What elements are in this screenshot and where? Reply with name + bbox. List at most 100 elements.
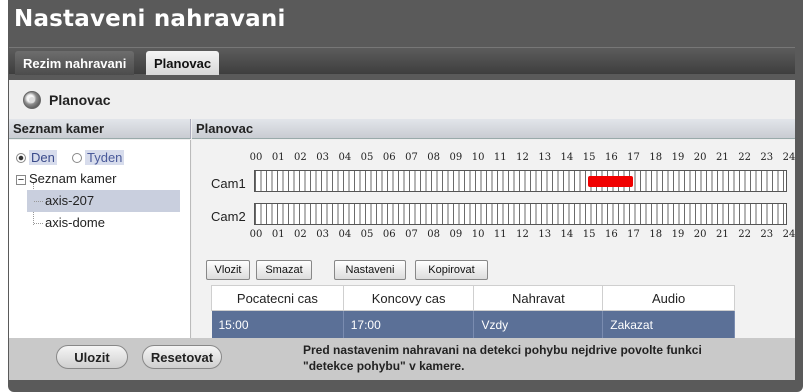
hour-label: 16	[604, 229, 618, 240]
radio-day[interactable]: Den	[16, 150, 57, 165]
hour-label: 22	[738, 152, 751, 163]
copy-button[interactable]: Kopirovat	[415, 260, 488, 280]
reset-button[interactable]: Resetovat	[142, 345, 222, 369]
notice-line-1: Pred nastavenim nahravani na detekci poh…	[303, 343, 702, 357]
hour-label: 17	[627, 229, 640, 240]
hour-label: 11	[493, 229, 507, 240]
radio-day-label[interactable]: Den	[29, 150, 57, 165]
hour-label: 10	[471, 152, 485, 163]
tree-item-label[interactable]: axis-dome	[45, 215, 105, 230]
hour-label: 24	[782, 152, 796, 163]
radio-week[interactable]: Tyden	[72, 150, 125, 165]
hour-label: 05	[360, 229, 374, 240]
tab-rezim-nahravani[interactable]: Rezim nahravani	[15, 51, 135, 75]
hour-label: 12	[516, 229, 529, 240]
recording-block[interactable]	[588, 176, 633, 187]
hour-label: 14	[560, 152, 574, 163]
hour-label: 20	[693, 152, 707, 163]
hour-label: 07	[405, 152, 418, 163]
hour-label: 15	[582, 152, 596, 163]
gear-icon	[23, 91, 41, 109]
scheduler-header: Planovac	[192, 119, 795, 139]
hour-label: 20	[693, 229, 707, 240]
column-header[interactable]: Nahravat	[473, 285, 604, 311]
hour-label: 04	[338, 152, 352, 163]
start-time-cell[interactable]: 15:00	[211, 310, 344, 339]
footer-bar: Ulozit Resetovat Pred nastavenim nahrava…	[9, 338, 795, 380]
hour-scale-bottom: 00 01 02 03 04 05 06 07 08 09 10 11 12 13 14 15 16 17 18 19…	[249, 229, 796, 241]
settings-button[interactable]: Nastaveni	[334, 260, 406, 280]
tree-root-label[interactable]: Seznam kamer	[29, 171, 116, 186]
hour-label: 24	[782, 229, 796, 240]
record-mode-cell[interactable]: Vzdy	[473, 310, 604, 339]
hour-label: 14	[560, 229, 574, 240]
hour-label: 13	[538, 229, 552, 240]
hour-label: 23	[760, 152, 774, 163]
delete-button[interactable]: Smazat	[256, 260, 312, 280]
hour-label: 18	[649, 152, 663, 163]
hour-label: 07	[405, 229, 418, 240]
audio-cell[interactable]: Zakazat	[602, 310, 735, 339]
hour-label: 22	[738, 229, 751, 240]
end-time-cell[interactable]: 17:00	[343, 310, 475, 339]
radio-week-label[interactable]: Tyden	[85, 150, 125, 165]
camera-list: Den Tyden − Seznam kamer axis-207 axis-do…	[9, 140, 191, 338]
tree-root[interactable]: − Seznam kamer	[16, 171, 116, 186]
hour-label: 01	[271, 229, 285, 240]
insert-button[interactable]: Vlozit	[206, 260, 250, 280]
scheduler-area: 00 01 02 03 04 05 06 07 08 09 10 11 12 13 14 15 16 17 18 19…	[192, 140, 796, 339]
hour-label: 04	[338, 229, 352, 240]
tab-planovac[interactable]: Planovac	[146, 51, 220, 75]
hour-label: 13	[538, 152, 552, 163]
hour-label: 00	[249, 229, 263, 240]
hour-label: 03	[316, 152, 329, 163]
scheduler-panel: Planovac Seznam kamer Planovac Den Tyden…	[9, 80, 795, 380]
hour-label: 06	[382, 229, 396, 240]
hour-label: 08	[427, 152, 441, 163]
tree-item-label[interactable]: axis-207	[45, 193, 94, 208]
hour-label: 18	[649, 229, 663, 240]
hour-label: 21	[716, 152, 729, 163]
hour-label: 17	[627, 152, 640, 163]
hour-label: 03	[316, 229, 329, 240]
hour-label: 06	[382, 152, 396, 163]
tree-branch	[34, 201, 43, 202]
hour-label: 09	[449, 229, 463, 240]
hour-label: 16	[604, 152, 618, 163]
hour-label: 09	[449, 152, 463, 163]
column-header[interactable]: Pocatecni cas	[211, 285, 344, 311]
hour-label: 19	[671, 152, 685, 163]
hour-scale-top: 00 01 02 03 04 05 06 07 08 09 10 11 12 13 14 15 16 17 18 19…	[249, 152, 796, 164]
tree-item-axis-207[interactable]: axis-207	[27, 190, 180, 212]
hour-label: 19	[671, 229, 685, 240]
cam1-timeline[interactable]	[254, 170, 787, 192]
save-button[interactable]: Ulozit	[56, 345, 128, 369]
tab-bar: Rezim nahravani Planovac	[9, 47, 795, 75]
page-title: Nastaveni nahravani	[14, 6, 286, 32]
table-row[interactable]: 15:00 17:00 Vzdy Zakazat	[211, 310, 735, 339]
hour-label: 15	[582, 229, 596, 240]
panel-header: Planovac	[9, 84, 795, 116]
column-header[interactable]: Koncovy cas	[342, 285, 475, 311]
tree-branch	[34, 223, 43, 224]
hour-label: 11	[493, 152, 507, 163]
collapse-icon[interactable]: −	[16, 175, 26, 186]
radio-day-icon[interactable]	[16, 153, 26, 163]
camera-list-header: Seznam kamer	[9, 119, 191, 139]
panel-title: Planovac	[49, 92, 111, 108]
tree-item-axis-dome[interactable]: axis-dome	[27, 212, 180, 234]
column-header[interactable]: Audio	[602, 285, 735, 311]
hour-label: 00	[249, 152, 263, 163]
motion-detection-notice: Pred nastavenim nahravani na detekci poh…	[303, 342, 773, 374]
hour-label: 02	[294, 229, 307, 240]
hour-label: 10	[471, 229, 485, 240]
radio-week-icon[interactable]	[72, 153, 82, 163]
hour-label: 02	[294, 152, 307, 163]
cam2-label: Cam2	[211, 209, 246, 224]
hour-label: 01	[271, 152, 285, 163]
cam2-timeline[interactable]	[254, 203, 787, 225]
hour-label: 05	[360, 152, 374, 163]
hour-label: 08	[427, 229, 441, 240]
hour-label: 23	[760, 229, 774, 240]
cam1-label: Cam1	[211, 176, 246, 191]
